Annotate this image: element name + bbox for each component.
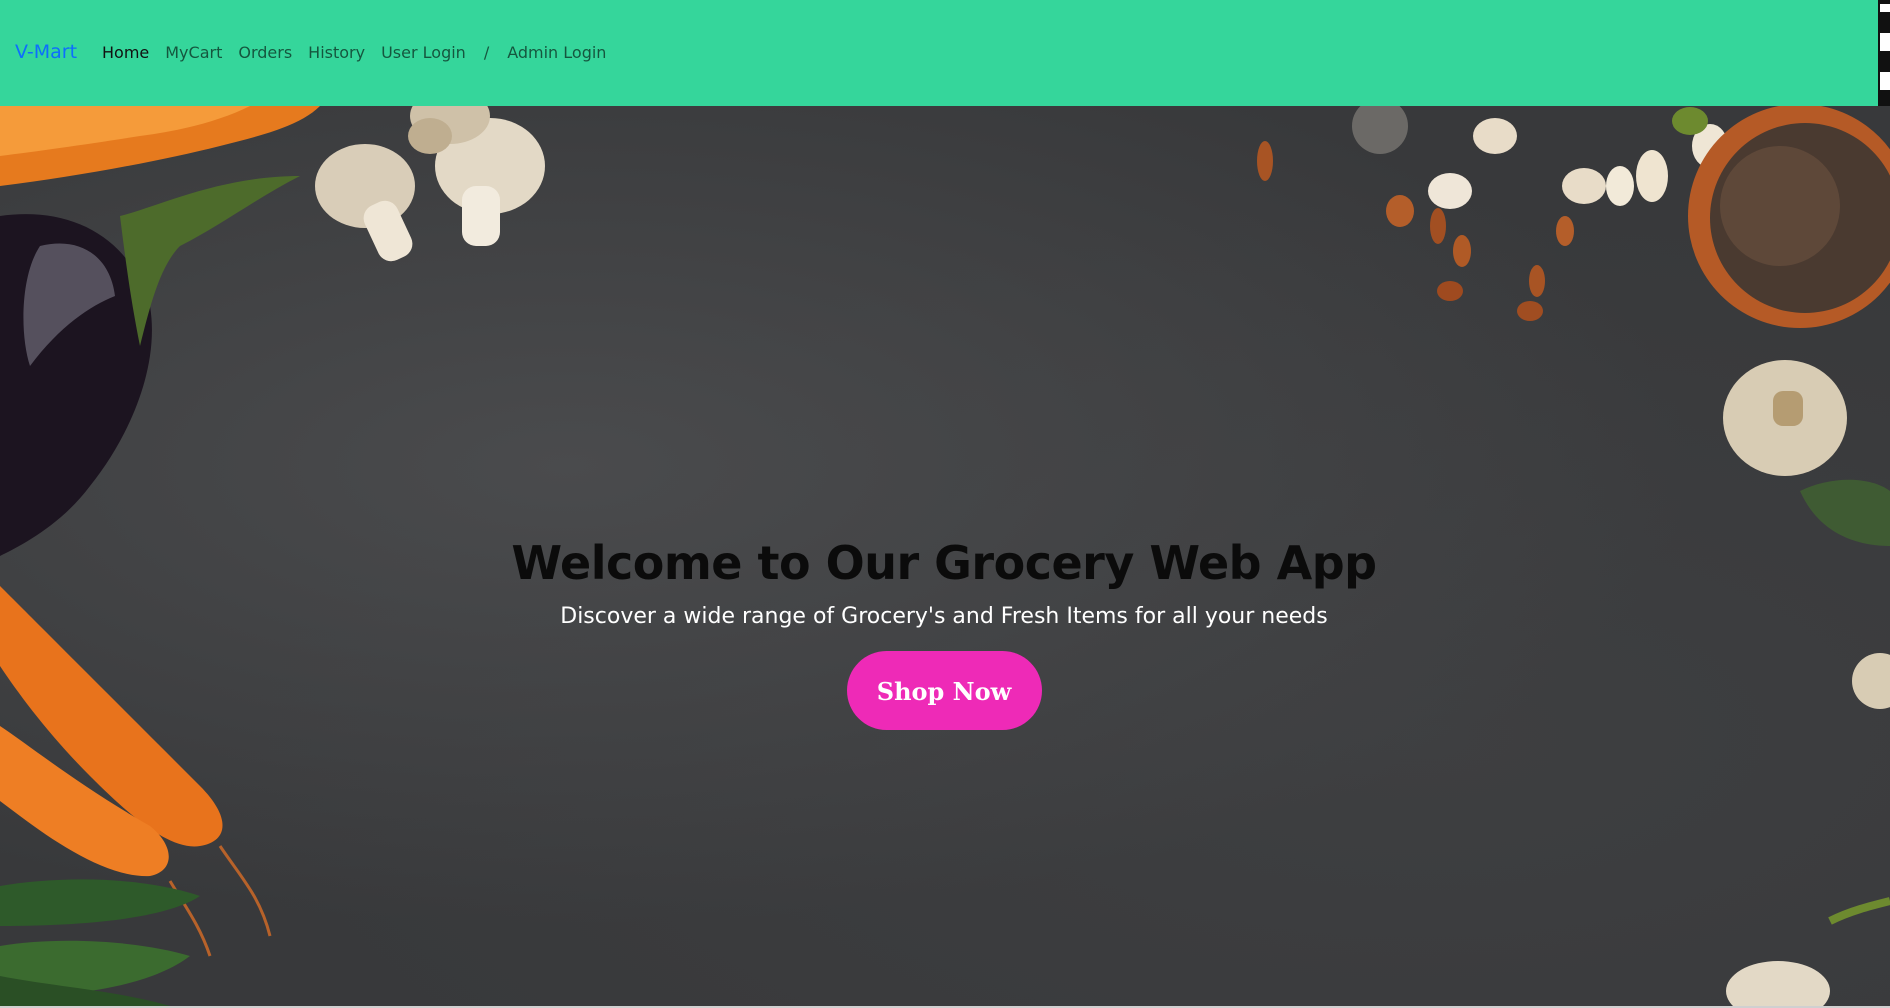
brand-logo-link[interactable]: V-Mart xyxy=(15,41,77,63)
nav-separator: / xyxy=(483,43,490,62)
shop-now-button[interactable]: Shop Now xyxy=(846,651,1042,730)
nav-link-orders[interactable]: Orders xyxy=(238,43,292,62)
nav-link-user-login[interactable]: User Login xyxy=(381,43,466,62)
hero-content: Welcome to Our Grocery Web App Discover … xyxy=(0,536,1888,730)
top-navbar: V-Mart Home MyCart Orders History User L… xyxy=(0,0,1878,106)
nav-link-home[interactable]: Home xyxy=(102,43,149,62)
hero-section: Welcome to Our Grocery Web App Discover … xyxy=(0,106,1890,1006)
beans-icon xyxy=(1257,106,1728,321)
nav-links: Home MyCart Orders History User Login / … xyxy=(102,43,622,62)
toolbar-icon-1[interactable] xyxy=(1880,4,1890,12)
hero-subtitle: Discover a wide range of Grocery's and F… xyxy=(560,604,1328,629)
eggplant-icon xyxy=(0,176,300,556)
nav-link-mycart[interactable]: MyCart xyxy=(165,43,222,62)
toolbar-icon-3[interactable] xyxy=(1880,72,1890,90)
hero-title: Welcome to Our Grocery Web App xyxy=(511,536,1377,590)
leaf-icon xyxy=(0,879,200,1006)
nav-link-history[interactable]: History xyxy=(308,43,365,62)
nav-link-admin-login[interactable]: Admin Login xyxy=(507,43,606,62)
pumpkin-icon xyxy=(0,106,320,186)
toolbar-icon-2[interactable] xyxy=(1880,33,1890,51)
mushroom-icon xyxy=(315,106,545,262)
